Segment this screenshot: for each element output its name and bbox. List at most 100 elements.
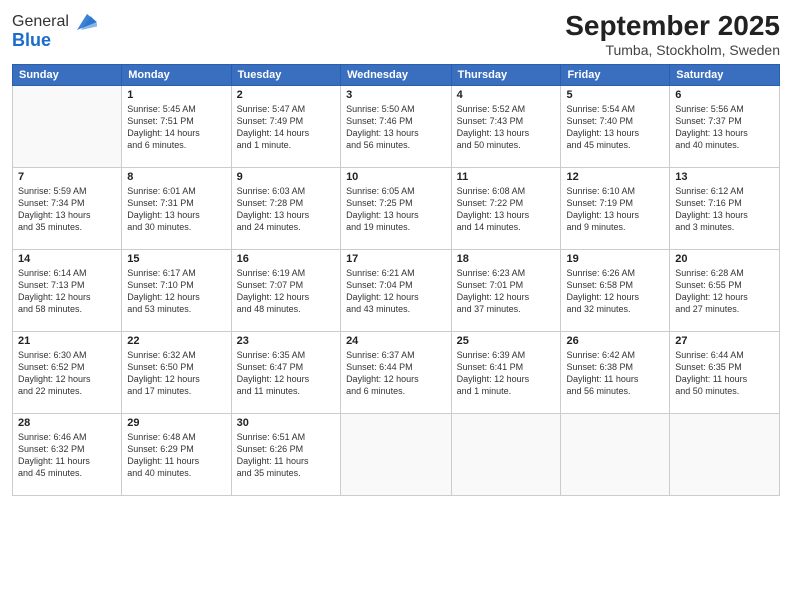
day-info: Sunrise: 6:21 AMSunset: 7:04 PMDaylight:… (346, 267, 446, 316)
day-number: 7 (18, 171, 116, 183)
calendar-cell (341, 414, 452, 496)
day-info: Sunrise: 6:35 AMSunset: 6:47 PMDaylight:… (237, 349, 335, 398)
day-number: 26 (566, 335, 664, 347)
calendar-week-row: 28Sunrise: 6:46 AMSunset: 6:32 PMDayligh… (13, 414, 780, 496)
calendar-cell: 13Sunrise: 6:12 AMSunset: 7:16 PMDayligh… (670, 168, 780, 250)
calendar-cell: 30 Sunrise: 6:51 AMSunset: 6:26 PMDayligh… (231, 414, 340, 496)
day-info: Sunrise: 5:45 AMSunset: 7:51 PMDaylight:… (127, 103, 225, 152)
calendar-cell: 1Sunrise: 5:45 AMSunset: 7:51 PMDaylight… (122, 86, 231, 168)
month-title: September 2025 (565, 10, 780, 42)
calendar-cell: 24 Sunrise: 6:37 AMSunset: 6:44 PMDayligh… (341, 332, 452, 414)
day-number: 5 (566, 89, 664, 101)
calendar-cell: 14 Sunrise: 6:14 AMSunset: 7:13 PMDayligh… (13, 250, 122, 332)
calendar-cell: 27 Sunrise: 6:44 AMSunset: 6:35 PMDayligh… (670, 332, 780, 414)
day-info: Sunrise: 6:39 AMSunset: 6:41 PMDaylight:… (457, 349, 556, 398)
day-number: 23 (237, 335, 335, 347)
day-info: Sunrise: 6:30 AMSunset: 6:52 PMDaylight:… (18, 349, 116, 398)
col-sunday: Sunday (13, 65, 122, 86)
day-info: Sunrise: 5:54 AMSunset: 7:40 PMDaylight:… (566, 103, 664, 152)
col-saturday: Saturday (670, 65, 780, 86)
day-number: 30 (237, 417, 335, 429)
day-number: 20 (675, 253, 774, 265)
calendar-cell: 22 Sunrise: 6:32 AMSunset: 6:50 PMDayligh… (122, 332, 231, 414)
calendar-week-row: 14 Sunrise: 6:14 AMSunset: 7:13 PMDayligh… (13, 250, 780, 332)
day-number: 22 (127, 335, 225, 347)
calendar-cell: 7Sunrise: 5:59 AMSunset: 7:34 PMDaylight… (13, 168, 122, 250)
calendar-cell: 5 Sunrise: 5:54 AMSunset: 7:40 PMDaylight… (561, 86, 670, 168)
day-info: Sunrise: 6:12 AMSunset: 7:16 PMDaylight:… (675, 185, 774, 234)
day-info: Sunrise: 5:47 AMSunset: 7:49 PMDaylight:… (237, 103, 335, 152)
calendar-cell: 11 Sunrise: 6:08 AMSunset: 7:22 PMDayligh… (451, 168, 561, 250)
logo-icon (73, 10, 97, 34)
day-number: 25 (457, 335, 556, 347)
calendar-week-row: 7Sunrise: 5:59 AMSunset: 7:34 PMDaylight… (13, 168, 780, 250)
calendar-cell: 12 Sunrise: 6:10 AMSunset: 7:19 PMDayligh… (561, 168, 670, 250)
calendar-cell: 15 Sunrise: 6:17 AMSunset: 7:10 PMDayligh… (122, 250, 231, 332)
day-info: Sunrise: 6:28 AMSunset: 6:55 PMDaylight:… (675, 267, 774, 316)
page-container: General Blue September 2025 Tumba, Stock… (0, 0, 792, 612)
calendar-cell: 23 Sunrise: 6:35 AMSunset: 6:47 PMDayligh… (231, 332, 340, 414)
day-info: Sunrise: 6:44 AMSunset: 6:35 PMDaylight:… (675, 349, 774, 398)
calendar-cell (670, 414, 780, 496)
day-info: Sunrise: 5:50 AMSunset: 7:46 PMDaylight:… (346, 103, 446, 152)
calendar-cell: 8 Sunrise: 6:01 AMSunset: 7:31 PMDaylight… (122, 168, 231, 250)
day-info: Sunrise: 6:14 AMSunset: 7:13 PMDaylight:… (18, 267, 116, 316)
calendar-cell: 28Sunrise: 6:46 AMSunset: 6:32 PMDayligh… (13, 414, 122, 496)
col-friday: Friday (561, 65, 670, 86)
calendar-cell: 16Sunrise: 6:19 AMSunset: 7:07 PMDayligh… (231, 250, 340, 332)
day-number: 27 (675, 335, 774, 347)
calendar-cell (13, 86, 122, 168)
calendar-cell: 4 Sunrise: 5:52 AMSunset: 7:43 PMDaylight… (451, 86, 561, 168)
col-thursday: Thursday (451, 65, 561, 86)
day-number: 12 (566, 171, 664, 183)
calendar-cell: 21Sunrise: 6:30 AMSunset: 6:52 PMDayligh… (13, 332, 122, 414)
col-wednesday: Wednesday (341, 65, 452, 86)
day-info: Sunrise: 6:10 AMSunset: 7:19 PMDaylight:… (566, 185, 664, 234)
day-number: 3 (346, 89, 446, 101)
day-number: 24 (346, 335, 446, 347)
day-number: 8 (127, 171, 225, 183)
calendar-cell: 20 Sunrise: 6:28 AMSunset: 6:55 PMDayligh… (670, 250, 780, 332)
day-number: 2 (237, 89, 335, 101)
day-info: Sunrise: 6:26 AMSunset: 6:58 PMDaylight:… (566, 267, 664, 316)
day-info: Sunrise: 6:32 AMSunset: 6:50 PMDaylight:… (127, 349, 225, 398)
calendar-cell: 10 Sunrise: 6:05 AMSunset: 7:25 PMDayligh… (341, 168, 452, 250)
day-info: Sunrise: 6:48 AMSunset: 6:29 PMDaylight:… (127, 431, 225, 480)
day-info: Sunrise: 6:08 AMSunset: 7:22 PMDaylight:… (457, 185, 556, 234)
logo-general-text: General (12, 13, 69, 31)
calendar-cell (451, 414, 561, 496)
calendar-cell: 29 Sunrise: 6:48 AMSunset: 6:29 PMDayligh… (122, 414, 231, 496)
calendar-table: Sunday Monday Tuesday Wednesday Thursday… (12, 64, 780, 496)
day-number: 18 (457, 253, 556, 265)
day-number: 17 (346, 253, 446, 265)
day-number: 10 (346, 171, 446, 183)
day-number: 15 (127, 253, 225, 265)
day-number: 11 (457, 171, 556, 183)
day-info: Sunrise: 6:05 AMSunset: 7:25 PMDaylight:… (346, 185, 446, 234)
calendar-cell: 18 Sunrise: 6:23 AMSunset: 7:01 PMDayligh… (451, 250, 561, 332)
day-number: 4 (457, 89, 556, 101)
day-info: Sunrise: 6:23 AMSunset: 7:01 PMDaylight:… (457, 267, 556, 316)
calendar-cell: 9Sunrise: 6:03 AMSunset: 7:28 PMDaylight… (231, 168, 340, 250)
day-info: Sunrise: 6:01 AMSunset: 7:31 PMDaylight:… (127, 185, 225, 234)
logo: General Blue (12, 10, 97, 51)
day-number: 19 (566, 253, 664, 265)
day-number: 29 (127, 417, 225, 429)
location: Tumba, Stockholm, Sweden (565, 42, 780, 58)
calendar-cell: 19 Sunrise: 6:26 AMSunset: 6:58 PMDayligh… (561, 250, 670, 332)
day-info: Sunrise: 5:56 AMSunset: 7:37 PMDaylight:… (675, 103, 774, 152)
title-block: September 2025 Tumba, Stockholm, Sweden (565, 10, 780, 58)
calendar-cell: 2 Sunrise: 5:47 AMSunset: 7:49 PMDaylight… (231, 86, 340, 168)
day-info: Sunrise: 5:52 AMSunset: 7:43 PMDaylight:… (457, 103, 556, 152)
day-info: Sunrise: 6:51 AMSunset: 6:26 PMDaylight:… (237, 431, 335, 480)
day-number: 14 (18, 253, 116, 265)
calendar-cell: 3 Sunrise: 5:50 AMSunset: 7:46 PMDaylight… (341, 86, 452, 168)
day-info: Sunrise: 6:37 AMSunset: 6:44 PMDaylight:… (346, 349, 446, 398)
calendar-week-row: 1Sunrise: 5:45 AMSunset: 7:51 PMDaylight… (13, 86, 780, 168)
calendar-header-row: Sunday Monday Tuesday Wednesday Thursday… (13, 65, 780, 86)
calendar-cell: 25 Sunrise: 6:39 AMSunset: 6:41 PMDayligh… (451, 332, 561, 414)
day-info: Sunrise: 6:17 AMSunset: 7:10 PMDaylight:… (127, 267, 225, 316)
day-number: 6 (675, 89, 774, 101)
col-monday: Monday (122, 65, 231, 86)
day-info: Sunrise: 6:19 AMSunset: 7:07 PMDaylight:… (237, 267, 335, 316)
